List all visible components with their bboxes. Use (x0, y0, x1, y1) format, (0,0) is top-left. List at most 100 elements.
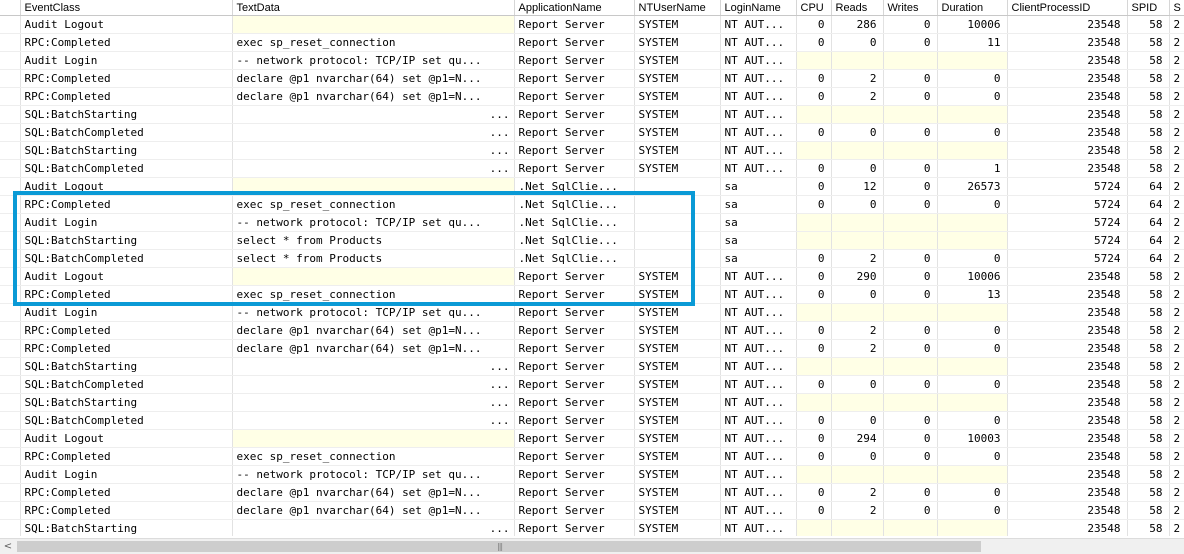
table-row[interactable]: SQL:BatchStarting... Report Server SYSTEM N… (0, 141, 1184, 160)
cell-ntusername: SYSTEM (634, 465, 721, 484)
cell-loginname: NT AUT... (720, 357, 797, 376)
table-row[interactable]: Audit Login -- network protocol: TCP/IP s… (0, 465, 1184, 484)
column-header-ntusername[interactable]: NTUserName (634, 0, 721, 16)
row-indicator[interactable] (0, 15, 21, 34)
cell-reads (831, 465, 884, 484)
table-row[interactable]: Audit Login -- network protocol: TCP/IP s… (0, 213, 1184, 232)
cell-spid: 64 (1127, 249, 1170, 268)
column-header-eventclass[interactable]: EventClass (20, 0, 233, 16)
row-indicator[interactable] (0, 357, 21, 376)
cell-duration (937, 213, 1008, 232)
cell-spid: 58 (1127, 339, 1170, 358)
row-indicator[interactable] (0, 321, 21, 340)
column-header-reads[interactable]: Reads (831, 0, 884, 16)
row-indicator[interactable] (0, 411, 21, 430)
row-indicator[interactable] (0, 375, 21, 394)
table-row[interactable]: SQL:BatchStarting... Report Server SYSTEM N… (0, 393, 1184, 412)
row-indicator[interactable] (0, 213, 21, 232)
row-indicator[interactable] (0, 33, 21, 52)
table-row[interactable]: RPC:Completed declare @p1 nvarchar(64) se… (0, 339, 1184, 358)
table-row[interactable]: RPC:Completed exec sp_reset_connection Rep… (0, 285, 1184, 304)
row-indicator[interactable] (0, 483, 21, 502)
table-row[interactable]: SQL:BatchCompleted... Report Server SYSTEM… (0, 375, 1184, 394)
column-header-loginname[interactable]: LoginName (720, 0, 797, 16)
cell-applicationname: Report Server (514, 321, 635, 340)
cell-s: 2 (1169, 501, 1184, 520)
scrollbar-thumb[interactable]: ||| (17, 541, 981, 552)
table-row[interactable]: Audit Login -- network protocol: TCP/IP s… (0, 303, 1184, 322)
table-row[interactable]: RPC:Completed exec sp_reset_connection .Ne… (0, 195, 1184, 214)
row-indicator[interactable] (0, 231, 21, 250)
column-header-spid[interactable]: SPID (1127, 0, 1170, 16)
column-header-cpu[interactable]: CPU (796, 0, 832, 16)
row-indicator[interactable] (0, 393, 21, 412)
cell-spid: 58 (1127, 393, 1170, 412)
cell-s: 2 (1169, 87, 1184, 106)
table-row[interactable]: RPC:Completed declare @p1 nvarchar(64) se… (0, 69, 1184, 88)
table-row[interactable]: RPC:Completed exec sp_reset_connection Rep… (0, 33, 1184, 52)
column-header-s[interactable]: S (1169, 0, 1184, 16)
table-row[interactable]: SQL:BatchCompleted... Report Server SYSTEM… (0, 411, 1184, 430)
cell-applicationname: Report Server (514, 303, 635, 322)
table-row[interactable]: Audit Logout Report Server SYSTEM NT AUT...… (0, 429, 1184, 448)
scroll-left-arrow-icon[interactable]: < (0, 539, 16, 554)
column-header-writes[interactable]: Writes (883, 0, 938, 16)
cell-textdata: -- network protocol: TCP/IP set qu... (232, 213, 515, 232)
table-row[interactable]: SQL:BatchStarting... Report Server SYSTEM N… (0, 519, 1184, 536)
table-row[interactable]: SQL:BatchStarting... Report Server SYSTEM N… (0, 357, 1184, 376)
cell-cpu: 0 (796, 15, 832, 34)
table-row[interactable]: Audit Logout Report Server SYSTEM NT AUT...… (0, 267, 1184, 286)
column-header-textdata[interactable]: TextData (232, 0, 515, 16)
cell-textdata: declare @p1 nvarchar(64) set @p1=N... (232, 483, 515, 502)
row-indicator[interactable] (0, 519, 21, 536)
cell-loginname: NT AUT... (720, 15, 797, 34)
cell-writes: 0 (883, 501, 938, 520)
row-indicator[interactable] (0, 87, 21, 106)
table-row[interactable]: RPC:Completed declare @p1 nvarchar(64) se… (0, 87, 1184, 106)
table-row[interactable]: SQL:BatchCompleted... Report Server SYSTEM… (0, 159, 1184, 178)
row-indicator[interactable] (0, 267, 21, 286)
table-row[interactable]: SQL:BatchStarting... Report Server SYSTEM N… (0, 105, 1184, 124)
table-row[interactable]: SQL:BatchStarting select * from Products.… (0, 231, 1184, 250)
cell-textdata: ... (232, 159, 515, 178)
table-row[interactable]: RPC:Completed declare @p1 nvarchar(64) se… (0, 483, 1184, 502)
cell-cpu: 0 (796, 447, 832, 466)
row-indicator[interactable] (0, 51, 21, 70)
row-indicator[interactable] (0, 465, 21, 484)
row-indicator[interactable] (0, 159, 21, 178)
row-indicator[interactable] (0, 339, 21, 358)
table-row[interactable]: RPC:Completed exec sp_reset_connection Rep… (0, 447, 1184, 466)
horizontal-scrollbar[interactable]: < ||| (0, 538, 1184, 554)
row-indicator[interactable] (0, 123, 21, 142)
table-row[interactable]: RPC:Completed declare @p1 nvarchar(64) se… (0, 501, 1184, 520)
row-indicator[interactable] (0, 249, 21, 268)
row-indicator[interactable] (0, 141, 21, 160)
column-header-applicationname[interactable]: ApplicationName (514, 0, 635, 16)
row-indicator[interactable] (0, 429, 21, 448)
table-row[interactable]: Audit Logout .Net SqlClie... sa 0 12 0 26573 57… (0, 177, 1184, 196)
column-header-duration[interactable]: Duration (937, 0, 1008, 16)
column-header-clientprocessid[interactable]: ClientProcessID (1007, 0, 1128, 16)
cell-reads: 2 (831, 249, 884, 268)
cell-clientprocessid: 23548 (1007, 393, 1128, 412)
row-indicator[interactable] (0, 69, 21, 88)
row-indicator[interactable] (0, 177, 21, 196)
cell-applicationname: Report Server (514, 123, 635, 142)
row-indicator[interactable] (0, 285, 21, 304)
table-row[interactable]: SQL:BatchCompleted select * from Products… (0, 249, 1184, 268)
cell-duration: 0 (937, 123, 1008, 142)
row-indicator[interactable] (0, 501, 21, 520)
row-indicator[interactable] (0, 447, 21, 466)
cell-applicationname: Report Server (514, 51, 635, 70)
row-indicator[interactable] (0, 195, 21, 214)
table-row[interactable]: Audit Login -- network protocol: TCP/IP s… (0, 51, 1184, 70)
cell-cpu: 0 (796, 339, 832, 358)
row-indicator[interactable] (0, 105, 21, 124)
table-row[interactable]: Audit Logout Report Server SYSTEM NT AUT...… (0, 15, 1184, 34)
cell-applicationname: Report Server (514, 69, 635, 88)
table-row[interactable]: SQL:BatchCompleted... Report Server SYSTEM… (0, 123, 1184, 142)
cell-duration (937, 519, 1008, 536)
row-indicator[interactable] (0, 303, 21, 322)
cell-textdata: ... (232, 375, 515, 394)
table-row[interactable]: RPC:Completed declare @p1 nvarchar(64) se… (0, 321, 1184, 340)
